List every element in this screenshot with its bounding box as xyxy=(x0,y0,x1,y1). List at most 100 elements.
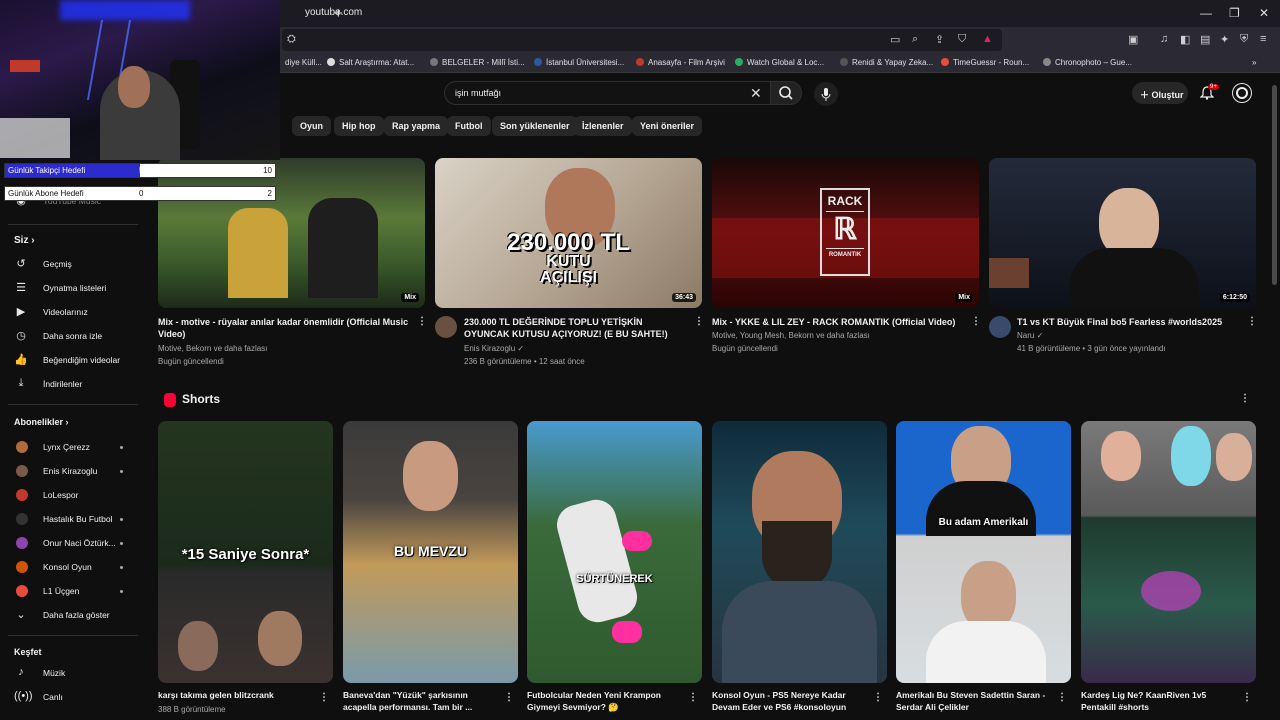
avatar xyxy=(16,537,28,549)
video-title[interactable]: Mix - YKKE & LIL ZEY - RACK ROMANTIK (Of… xyxy=(712,316,967,328)
bookmark[interactable]: Renidi & Yapay Zeka... xyxy=(840,58,933,67)
chip-hip-hop[interactable]: Hip hop xyxy=(334,116,384,136)
sidebar-sub-item[interactable]: Lynx Çerezz xyxy=(14,438,139,458)
sidebar-sub-item[interactable]: LoLespor xyxy=(14,486,139,506)
bookmarks-overflow-button[interactable]: » xyxy=(1252,58,1256,67)
more-options-icon[interactable]: ⋮ xyxy=(1242,692,1252,703)
video-channel[interactable]: Enis Kirazoglu ✓ xyxy=(464,344,524,353)
short-thumbnail[interactable]: Bu adam Amerikalı xyxy=(896,421,1071,683)
sidebar-sub-item[interactable]: Onur Naci Öztürk... xyxy=(14,534,139,554)
extension-badge-icon[interactable]: ▲ xyxy=(982,33,993,45)
minimize-icon[interactable]: — xyxy=(1200,6,1212,20)
short-title[interactable]: Futbolcular Neden Yeni Krampon Giymeyi S… xyxy=(527,689,677,713)
sidebar-item-your-videos[interactable]: ▶ Videolarınız xyxy=(14,303,139,323)
url-text[interactable]: youtube.com xyxy=(305,7,362,18)
bookmark[interactable]: Salt Araştırma: Atat... xyxy=(327,58,414,67)
thumb-figure xyxy=(722,581,877,683)
bookmark[interactable]: TimeGuessr - Roun... xyxy=(941,58,1029,67)
more-options-icon[interactable]: ⋮ xyxy=(971,316,981,327)
more-options-icon[interactable]: ⋮ xyxy=(417,316,427,327)
cast-icon[interactable]: ▭ xyxy=(890,33,900,46)
more-options-icon[interactable]: ⋮ xyxy=(1247,316,1257,327)
channel-avatar[interactable] xyxy=(989,316,1011,338)
video-thumbnail[interactable]: RACK ℝ ROMANTIK Mix xyxy=(712,158,979,308)
bookmark[interactable]: Watch Global & Loc... xyxy=(735,58,824,67)
shield-icon[interactable]: ⛉ xyxy=(958,33,966,46)
more-options-icon[interactable]: ⋮ xyxy=(504,692,514,703)
video-title[interactable]: 230.000 TL DEĞERİNDE TOPLU YETİŞKİN OYUN… xyxy=(464,316,689,340)
bookmark[interactable]: diye Küll... xyxy=(285,58,322,67)
more-options-icon[interactable]: ⋮ xyxy=(694,316,704,327)
short-title[interactable]: karşı takıma gelen blitzcrank xyxy=(158,689,308,701)
sidebar-sub-item[interactable]: L1 Üçgen xyxy=(14,582,139,602)
sidebar-item-live[interactable]: ((•)) Canlı xyxy=(14,688,139,708)
thumb-face xyxy=(1216,433,1252,481)
video-channel[interactable]: Motive, Young Mesh, Bekorn ve daha fazla… xyxy=(712,331,870,340)
more-options-icon[interactable]: ⋮ xyxy=(1057,692,1067,703)
video-thumbnail[interactable]: 6:12:50 xyxy=(989,158,1256,308)
short-title[interactable]: Baneva'dan "Yüzük" şarkısının acapella p… xyxy=(343,689,493,713)
site-info-icon[interactable]: ⛭ xyxy=(287,33,296,46)
sidebar-item-playlists[interactable]: ☰ Oynatma listeleri xyxy=(14,279,139,299)
close-icon[interactable]: ✕ xyxy=(1259,6,1269,20)
sidebar-toggle-icon[interactable]: ▣ xyxy=(1128,33,1138,46)
bookmark[interactable]: Anasayfa - Film Arşivi xyxy=(636,58,725,67)
clear-search-icon[interactable]: ✕ xyxy=(750,85,762,102)
channel-avatar[interactable] xyxy=(435,316,457,338)
sidebar-heading-you[interactable]: Siz › xyxy=(14,235,35,246)
more-options-icon[interactable]: ⋮ xyxy=(873,692,883,703)
sidebar-sub-item[interactable]: Hastalık Bu Futbol xyxy=(14,510,139,530)
more-options-icon[interactable]: ⋮ xyxy=(319,692,329,703)
sidebar-item-liked-videos[interactable]: 👍 Beğendiğim videolar xyxy=(14,351,139,371)
video-title[interactable]: T1 vs KT Büyük Final bo5 Fearless #world… xyxy=(1017,316,1242,328)
music-ext-icon[interactable]: ♫ xyxy=(1160,33,1168,45)
restore-icon[interactable]: ❐ xyxy=(1229,6,1240,20)
voice-search-button[interactable] xyxy=(814,82,838,106)
short-thumbnail[interactable]: *15 Saniye Sonra* xyxy=(158,421,333,683)
wallet-icon[interactable]: ▤ xyxy=(1200,33,1210,46)
video-channel[interactable]: Motive, Bekorn ve daha fazlası xyxy=(158,344,267,353)
video-title[interactable]: Mix - motive - rüyalar anılar kadar önem… xyxy=(158,316,413,340)
reader-icon[interactable]: ◧ xyxy=(1180,33,1190,46)
more-options-icon[interactable]: ⋮ xyxy=(688,692,698,703)
sidebar-item-watch-later[interactable]: ◷ Daha sonra izle xyxy=(14,327,139,347)
short-thumbnail[interactable] xyxy=(1081,421,1256,683)
sidebar-item-history[interactable]: ↺ Geçmiş xyxy=(14,255,139,275)
account-avatar[interactable] xyxy=(1232,83,1252,103)
short-thumbnail[interactable]: BU MEVZU xyxy=(343,421,518,683)
short-title[interactable]: Kardeş Lig Ne? KaanRiven 1v5 Pentakill #… xyxy=(1081,689,1231,713)
vpn-icon[interactable]: ⛨ xyxy=(1240,33,1248,46)
chip-rap-yapma[interactable]: Rap yapma xyxy=(384,116,449,136)
sidebar-item-downloads[interactable]: ⤓ İndirilenler xyxy=(14,375,139,395)
sidebar-sub-item[interactable]: Enis Kirazoglu xyxy=(14,462,139,482)
sidebar-item-music[interactable]: ♪ Müzik xyxy=(14,664,139,684)
bookmark[interactable]: BELGELER - Millî İsti... xyxy=(430,58,525,67)
plus-icon: ＋ xyxy=(1140,90,1150,100)
short-thumbnail[interactable]: SÜRTÜNEREK xyxy=(527,421,702,683)
video-thumbnail[interactable]: Mix xyxy=(158,158,425,308)
video-channel[interactable]: Naru ✓ xyxy=(1017,331,1043,340)
bookmark[interactable]: Chronophoto – Gue... xyxy=(1043,58,1132,67)
chip-yeni-oneriler[interactable]: Yeni öneriler xyxy=(632,116,703,136)
share-icon[interactable]: ⇪ xyxy=(935,33,944,46)
bookmark[interactable]: İstanbul Üniversitesi... xyxy=(534,58,624,67)
sidebar-heading-subscriptions[interactable]: Abonelikler › xyxy=(14,417,69,427)
shorts-more-icon[interactable]: ⋮ xyxy=(1240,393,1250,404)
menu-icon[interactable]: ≡ xyxy=(1260,33,1266,45)
sparkle-icon[interactable]: ✦ xyxy=(1220,33,1229,46)
search-query[interactable]: işin mutfağı xyxy=(455,88,501,98)
chip-son-yuklenenler[interactable]: Son yüklenenler xyxy=(492,116,578,136)
sidebar-show-more[interactable]: ⌄ Daha fazla göster xyxy=(14,606,139,626)
page-scrollbar[interactable] xyxy=(1272,85,1277,285)
short-thumbnail[interactable] xyxy=(712,421,887,683)
chip-futbol[interactable]: Futbol xyxy=(447,116,491,136)
chip-oyun[interactable]: Oyun xyxy=(292,116,332,136)
video-thumbnail[interactable]: 230.000 TL KUTU AÇILIŞI 36:43 xyxy=(435,158,702,308)
short-title[interactable]: Konsol Oyun - PS5 Nereye Kadar Devam Ede… xyxy=(712,689,862,713)
create-button[interactable]: ＋ Oluştur xyxy=(1132,82,1188,104)
sidebar-sub-item[interactable]: Konsol Oyun xyxy=(14,558,139,578)
search-button[interactable] xyxy=(770,81,802,105)
short-title[interactable]: Amerikalı Bu Steven Sadettin Saran - Ser… xyxy=(896,689,1046,713)
zoom-icon[interactable]: ⌕ xyxy=(912,33,918,46)
chip-izlenenler[interactable]: İzlenenler xyxy=(574,116,632,136)
